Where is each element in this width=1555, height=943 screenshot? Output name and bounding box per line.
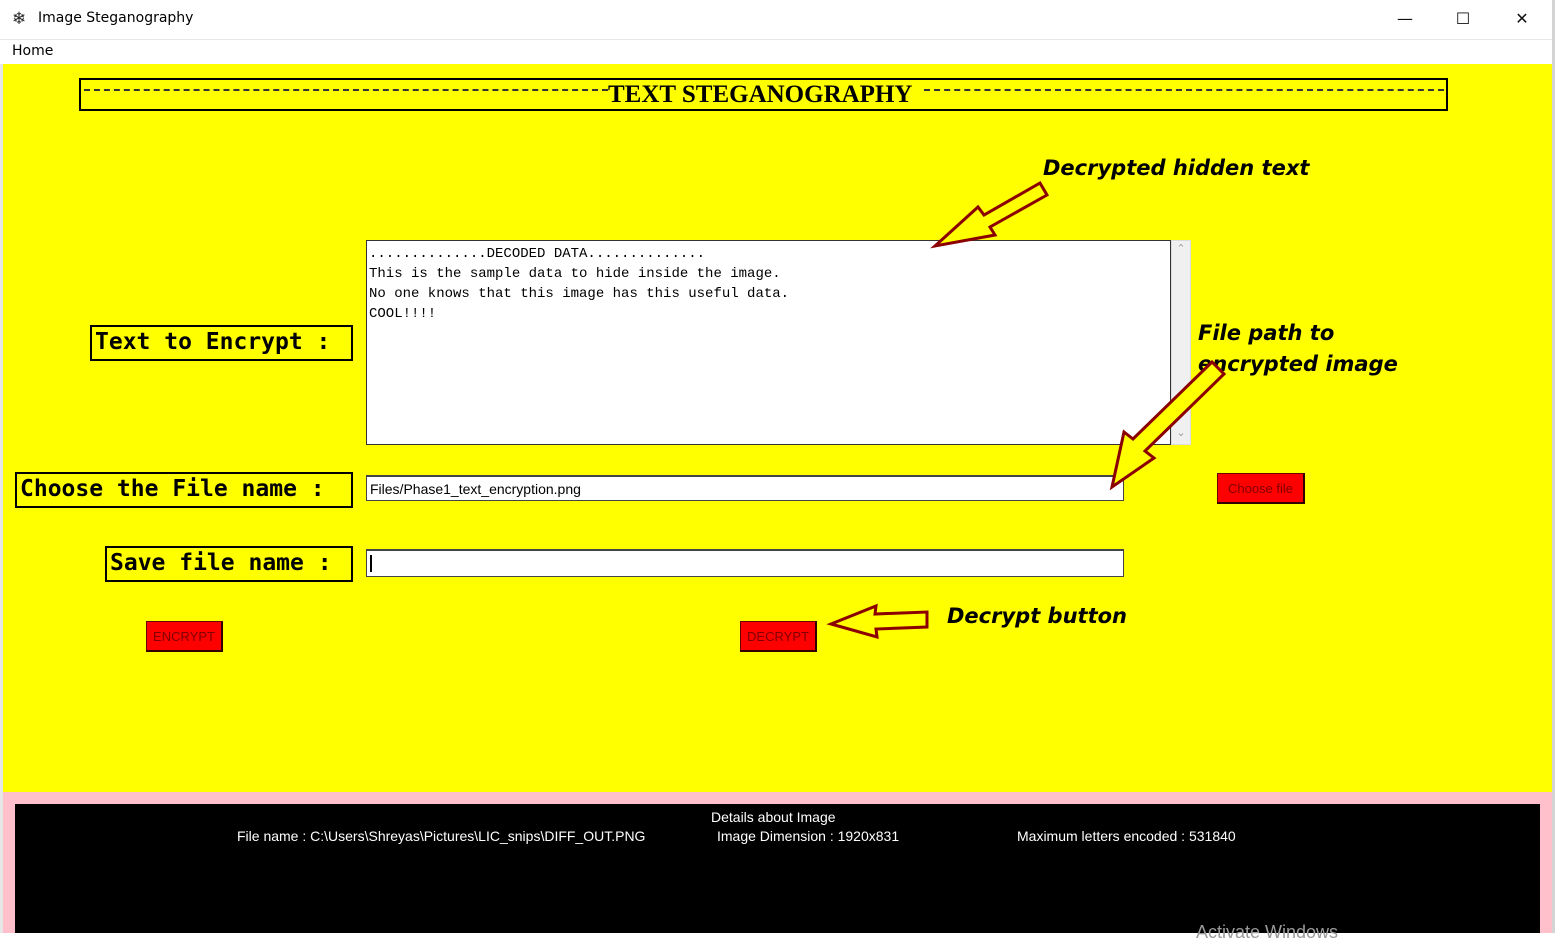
save-file-label: Save file name : <box>105 546 353 582</box>
detail-max-letters: Maximum letters encoded : 531840 <box>1017 828 1236 844</box>
save-file-input[interactable] <box>366 549 1124 577</box>
scroll-down-icon[interactable]: ⌄ <box>1174 426 1188 439</box>
detail-image-dimension: Image Dimension : 1920x831 <box>717 828 900 844</box>
menu-bar <box>0 39 1555 65</box>
annotation-file-path-2: encrypted image <box>1198 352 1398 376</box>
page-title: TEXT STEGANOGRAPHY <box>608 81 913 108</box>
annotation-hidden-text: Decrypted hidden text <box>1043 156 1310 180</box>
menu-item-home[interactable]: Home <box>12 43 53 59</box>
details-title: Details about Image <box>711 809 836 825</box>
minimize-button[interactable]: — <box>1376 0 1434 38</box>
scroll-up-icon[interactable]: ⌃ <box>1174 242 1188 255</box>
window-title: Image Steganography <box>38 10 194 26</box>
annotation-decrypt-button: Decrypt button <box>947 604 1127 628</box>
choose-file-label: Choose the File name : <box>15 472 353 508</box>
text-line: COOL!!!! <box>369 306 437 322</box>
text-line: No one knows that this image has this us… <box>369 286 790 302</box>
annotation-file-path: File path to <box>1198 321 1335 345</box>
title-bar[interactable] <box>0 0 1555 38</box>
decrypt-button[interactable]: DECRYPT <box>740 621 817 652</box>
maximize-button[interactable]: ☐ <box>1434 0 1492 38</box>
text-caret <box>370 555 372 572</box>
feather-icon: ❄ <box>12 9 27 29</box>
encrypt-button[interactable]: ENCRYPT <box>146 621 223 652</box>
text-to-encrypt-label: Text to Encrypt : <box>90 325 353 361</box>
choose-file-button[interactable]: Choose file <box>1217 473 1305 504</box>
text-scrollbar[interactable] <box>1171 240 1191 445</box>
text-area[interactable]: ..............DECODED DATA..............… <box>366 240 1171 445</box>
title-dash-right <box>924 89 1444 93</box>
detail-file-name: File name : C:\Users\Shreyas\Pictures\LI… <box>237 828 646 844</box>
title-dash-left <box>84 89 608 93</box>
text-line: This is the sample data to hide inside t… <box>369 266 781 282</box>
text-line: ..............DECODED DATA.............. <box>369 246 706 262</box>
close-button[interactable]: ✕ <box>1493 0 1551 38</box>
file-name-input[interactable] <box>366 475 1124 501</box>
